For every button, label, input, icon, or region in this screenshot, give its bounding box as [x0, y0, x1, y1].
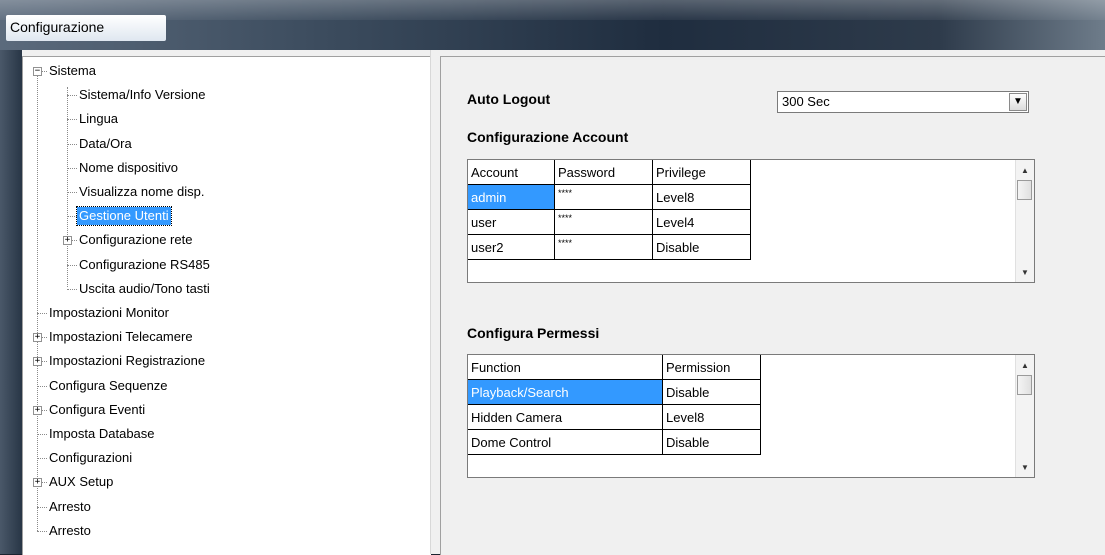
title-bar: Configurazione: [0, 0, 1105, 50]
config-tree[interactable]: − Sistema Sistema/Info Versione Lingua Data/…: [22, 56, 431, 555]
password-cell[interactable]: ****: [555, 235, 653, 260]
scroll-up-icon[interactable]: ▲: [1016, 162, 1034, 180]
privilege-cell[interactable]: Disable: [653, 235, 751, 260]
permission-cell[interactable]: Disable: [663, 380, 761, 405]
user-management-panel: Auto Logout 300 Sec ▼ Configurazione Acc…: [440, 56, 1105, 555]
window-frame: [0, 50, 22, 554]
scroll-thumb[interactable]: [1017, 180, 1032, 200]
account-table[interactable]: Account Password Privilege admin **** Le…: [467, 159, 1035, 283]
permissions-table[interactable]: Function Permission Playback/Search Disa…: [467, 354, 1035, 478]
tree-item[interactable]: Data/Ora: [77, 135, 134, 153]
window-title: Configurazione: [6, 15, 166, 41]
password-cell[interactable]: ****: [555, 185, 653, 210]
scroll-up-icon[interactable]: ▲: [1016, 357, 1034, 375]
auto-logout-select[interactable]: 300 Sec ▼: [777, 91, 1029, 113]
account-section-title: Configurazione Account: [467, 129, 629, 145]
tree-item[interactable]: Configura Sequenze: [47, 377, 170, 395]
scroll-thumb[interactable]: [1017, 375, 1032, 395]
tree-item[interactable]: Arresto: [47, 522, 93, 540]
column-header-password[interactable]: Password: [555, 160, 653, 185]
tree-item[interactable]: Arresto: [47, 498, 93, 516]
column-header-privilege[interactable]: Privilege: [653, 160, 751, 185]
tree-item[interactable]: Configurazione rete: [77, 231, 194, 249]
column-header-account[interactable]: Account: [468, 160, 555, 185]
splitter[interactable]: [430, 50, 437, 554]
config-window: − Sistema Sistema/Info Versione Lingua Data/…: [22, 50, 1105, 555]
function-cell[interactable]: Dome Control: [468, 430, 663, 455]
scroll-down-icon[interactable]: ▼: [1016, 264, 1034, 282]
column-header-permission[interactable]: Permission: [663, 355, 761, 380]
tree-item[interactable]: Nome dispositivo: [77, 159, 180, 177]
privilege-cell[interactable]: Level4: [653, 210, 751, 235]
tree-item[interactable]: Lingua: [77, 110, 120, 128]
collapse-icon[interactable]: −: [33, 67, 42, 76]
column-header-function[interactable]: Function: [468, 355, 663, 380]
tree-item[interactable]: Gestione Utenti: [76, 206, 172, 227]
account-cell[interactable]: user: [468, 210, 555, 235]
account-scrollbar[interactable]: ▲ ▼: [1015, 160, 1034, 282]
scroll-down-icon[interactable]: ▼: [1016, 459, 1034, 477]
function-cell[interactable]: Playback/Search: [468, 380, 663, 405]
tree-item[interactable]: Impostazioni Telecamere: [47, 328, 195, 346]
expand-icon[interactable]: +: [33, 478, 42, 488]
tree-item[interactable]: Impostazioni Registrazione: [47, 352, 207, 370]
tree-item[interactable]: Configurazione RS485: [77, 256, 212, 274]
tree-item[interactable]: Configura Eventi: [47, 401, 147, 419]
account-cell[interactable]: admin: [468, 185, 555, 210]
function-cell[interactable]: Hidden Camera: [468, 405, 663, 430]
tree-item[interactable]: Configurazioni: [47, 449, 134, 467]
tree-item[interactable]: Imposta Database: [47, 425, 157, 443]
chevron-down-icon[interactable]: ▼: [1009, 93, 1027, 111]
password-cell[interactable]: ****: [555, 210, 653, 235]
permissions-scrollbar[interactable]: ▲ ▼: [1015, 355, 1034, 477]
tree-item[interactable]: Uscita audio/Tono tasti: [77, 280, 212, 298]
expand-icon[interactable]: +: [33, 405, 42, 415]
permissions-section-title: Configura Permessi: [467, 325, 600, 341]
account-cell[interactable]: user2: [468, 235, 555, 260]
auto-logout-value: 300 Sec: [782, 94, 830, 109]
tree-item[interactable]: Sistema/Info Versione: [77, 86, 207, 104]
permission-cell[interactable]: Level8: [663, 405, 761, 430]
auto-logout-label: Auto Logout: [467, 91, 551, 107]
permission-cell[interactable]: Disable: [663, 430, 761, 455]
tree-item[interactable]: Impostazioni Monitor: [47, 304, 171, 322]
privilege-cell[interactable]: Level8: [653, 185, 751, 210]
expand-icon[interactable]: +: [63, 236, 72, 246]
expand-icon[interactable]: +: [33, 333, 42, 343]
tree-item[interactable]: Sistema: [47, 62, 98, 80]
tree-item[interactable]: Visualizza nome disp.: [77, 183, 207, 201]
expand-icon[interactable]: +: [33, 357, 42, 367]
tree-item[interactable]: AUX Setup: [47, 473, 115, 491]
